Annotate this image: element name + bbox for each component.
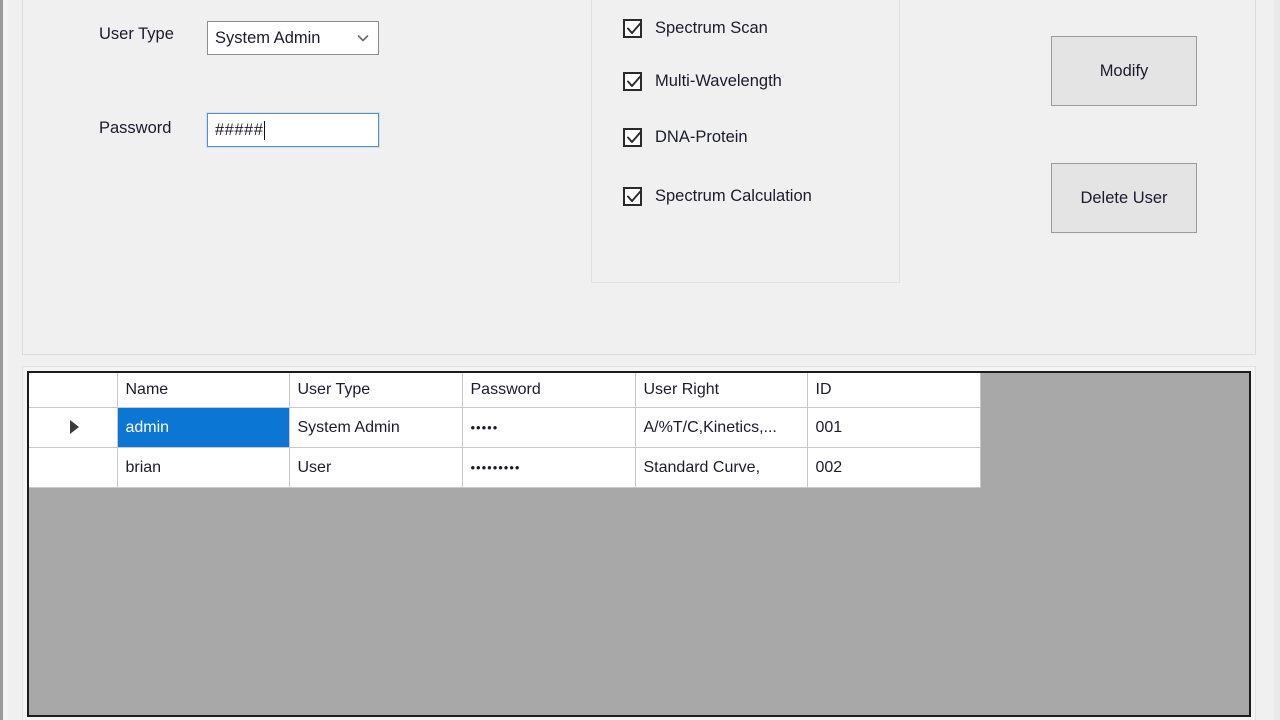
right-checkbox-row[interactable]: Spectrum Calculation xyxy=(623,184,812,208)
table-row[interactable]: admin System Admin ••••• A/%T/C,Kinetics,..… xyxy=(29,407,981,448)
cell-name[interactable]: admin xyxy=(117,407,290,448)
window-left-edge-inner xyxy=(3,0,8,720)
user-list-panel: Name User Type Password User Right ID admin S… xyxy=(22,366,1256,720)
right-checkbox-label: DNA-Protein xyxy=(655,127,748,146)
cell-user-type[interactable]: System Admin xyxy=(289,407,463,448)
password-input[interactable]: ##### xyxy=(206,112,380,148)
right-checkbox-label: Spectrum Calculation xyxy=(655,186,812,205)
row-selector-cell[interactable] xyxy=(29,407,118,448)
cell-id[interactable]: 001 xyxy=(807,407,981,448)
column-header[interactable]: Password xyxy=(462,373,636,408)
checkbox-checked-icon[interactable] xyxy=(623,127,642,147)
row-selector-cell[interactable] xyxy=(29,447,118,488)
user-table: Name User Type Password User Right ID admin S… xyxy=(29,373,981,488)
user-settings-panel: User Name admin User Type System Admin P… xyxy=(22,0,1256,355)
password-mask: ••••••••• xyxy=(470,459,521,475)
chevron-down-icon xyxy=(356,31,370,45)
checkbox-checked-icon[interactable] xyxy=(623,186,642,206)
cell-user-right[interactable]: Standard Curve, xyxy=(635,447,808,488)
table-header: Name User Type Password User Right ID xyxy=(29,373,981,408)
column-header[interactable]: ID xyxy=(807,373,981,408)
column-header[interactable]: User Type xyxy=(289,373,463,408)
cell-name[interactable]: brian xyxy=(117,447,290,488)
cell-password[interactable]: ••••• xyxy=(462,407,636,448)
right-checkbox-row[interactable]: Spectrum Scan xyxy=(623,16,768,40)
password-label: Password xyxy=(99,119,172,137)
user-data-grid[interactable]: Name User Type Password User Right ID admin S… xyxy=(27,371,1251,717)
cell-password[interactable]: ••••••••• xyxy=(462,447,636,488)
checkbox-checked-icon[interactable] xyxy=(623,18,642,38)
cell-id[interactable]: 002 xyxy=(807,447,981,488)
right-checkbox-label: Spectrum Scan xyxy=(655,18,768,37)
column-header[interactable]: Name xyxy=(117,373,290,408)
right-checkbox-label: Multi-Wavelength xyxy=(655,71,782,90)
password-value: ##### xyxy=(215,120,264,139)
cell-user-type[interactable]: User xyxy=(289,447,463,488)
column-header-rowselector[interactable] xyxy=(29,373,118,408)
password-mask: ••••• xyxy=(470,419,499,435)
window-right-edge xyxy=(1274,0,1280,720)
delete-user-button[interactable]: Delete User xyxy=(1051,163,1197,233)
column-header[interactable]: User Right xyxy=(635,373,808,408)
user-type-value: System Admin xyxy=(215,28,321,47)
user-management-window: User Name admin User Type System Admin P… xyxy=(0,0,1280,720)
user-rights-group: A/%T/CKineticsStandard CurveSpectrum Sca… xyxy=(591,0,900,283)
text-caret xyxy=(264,120,266,140)
table-body: admin System Admin ••••• A/%T/C,Kinetics,..… xyxy=(29,407,981,488)
right-checkbox-row[interactable]: DNA-Protein xyxy=(623,125,748,149)
cell-user-right[interactable]: A/%T/C,Kinetics,... xyxy=(635,407,808,448)
right-checkbox-row[interactable]: Multi-Wavelength xyxy=(623,69,782,93)
table-header-row: Name User Type Password User Right ID xyxy=(29,373,981,408)
current-row-arrow-icon xyxy=(70,420,80,435)
user-type-label: User Type xyxy=(99,25,174,43)
checkbox-checked-icon[interactable] xyxy=(623,71,642,91)
table-row[interactable]: brian User ••••••••• Standard Curve, 002 xyxy=(29,447,981,488)
modify-button[interactable]: Modify xyxy=(1051,36,1197,106)
user-type-select[interactable]: System Admin xyxy=(207,21,379,55)
